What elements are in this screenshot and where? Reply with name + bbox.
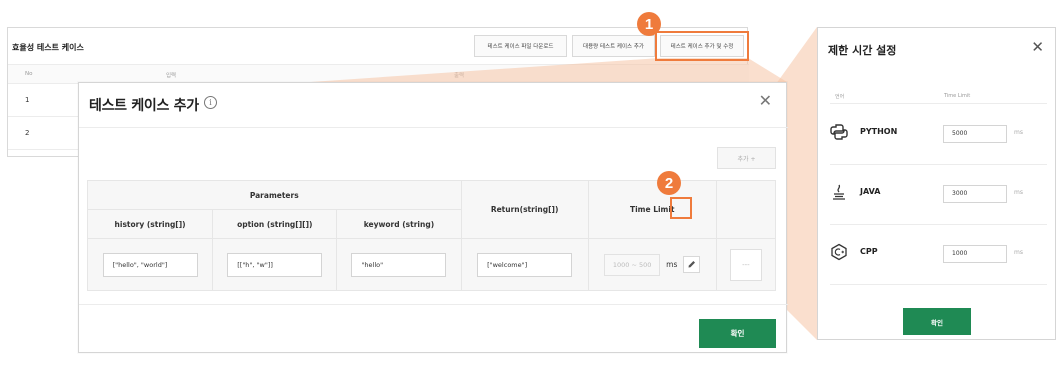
param-header-history: history (string[])	[86, 209, 214, 239]
language-name: JAVA	[860, 187, 881, 196]
actions-header	[715, 180, 777, 239]
return-header: Return(string[])	[460, 180, 589, 239]
time-limit-input[interactable]: 1000 ~ 500	[604, 253, 661, 276]
side-modal-title: 제한 시간 설정	[828, 44, 897, 57]
table-header: No 입력 출력	[8, 64, 749, 84]
side-table-header: 언어 Time Limit	[830, 88, 1047, 104]
java-icon	[833, 184, 845, 200]
step-marker-2: 2	[657, 171, 681, 195]
java-time-limit-input[interactable]: 3000	[943, 185, 1007, 203]
param-header-option: option (string[][])	[212, 209, 338, 239]
page-title: 효율성 테스트 케이스	[12, 43, 84, 52]
confirm-button[interactable]: 확인	[699, 319, 776, 348]
column-language: 언어	[835, 94, 845, 100]
divider	[79, 304, 788, 305]
time-limit-settings-modal: 제한 시간 설정 ✕ 언어 Time Limit PYTHON 5000 ms …	[817, 27, 1056, 340]
column-output: 출력	[454, 73, 465, 79]
divider	[79, 127, 788, 128]
time-limit-header: Time Limit	[587, 180, 717, 239]
cpp-icon	[831, 243, 847, 261]
language-row-java: JAVA 3000 ms	[830, 165, 1047, 225]
python-time-limit-input[interactable]: 5000	[943, 125, 1007, 143]
keyword-input[interactable]: "hello"	[351, 253, 447, 277]
edit-time-limit-button[interactable]	[683, 256, 701, 273]
ms-unit: ms	[1014, 249, 1023, 256]
step-marker-1: 1	[637, 12, 661, 36]
row-action-button[interactable]: ---	[729, 248, 762, 281]
column-time-limit: Time Limit	[944, 93, 971, 99]
language-row-python: PYTHON 5000 ms	[830, 105, 1047, 165]
python-icon	[830, 124, 848, 140]
info-icon[interactable]: i	[204, 96, 217, 109]
ms-unit: ms	[1014, 129, 1023, 136]
highlight-box-step2	[670, 197, 692, 219]
close-icon[interactable]: ✕	[1031, 40, 1044, 55]
add-row-button[interactable]: 추가 +	[717, 147, 776, 169]
parameters-header: Parameters	[87, 180, 462, 210]
close-icon[interactable]: ✕	[759, 93, 772, 109]
ms-unit: ms	[1014, 189, 1023, 196]
column-no: No	[25, 71, 33, 77]
highlight-box-step1	[655, 31, 749, 61]
pencil-icon	[688, 261, 696, 268]
column-input: 입력	[166, 73, 177, 79]
option-input[interactable]: [["h", "w"]]	[227, 253, 323, 277]
history-input[interactable]: ["hello", "world"]	[102, 253, 198, 277]
table-row: ["hello", "world"] [["h", "w"]] "hello" …	[86, 238, 777, 291]
modal-title: 테스트 케이스 추가	[89, 98, 199, 114]
download-testcase-file-button[interactable]: 테스트 케이스 파일 다운로드	[474, 35, 567, 57]
cpp-time-limit-input[interactable]: 1000	[943, 245, 1007, 263]
add-bulk-testcase-button[interactable]: 대용량 테스트 케이스 추가	[572, 35, 655, 57]
side-confirm-button[interactable]: 확인	[903, 308, 971, 335]
return-input[interactable]: ["welcome"]	[477, 253, 573, 277]
language-name: CPP	[860, 247, 878, 256]
ms-unit: ms	[666, 260, 678, 269]
language-name: PYTHON	[860, 127, 898, 136]
language-row-cpp: CPP 1000 ms	[830, 225, 1047, 285]
param-header-keyword: keyword (string)	[336, 209, 462, 239]
